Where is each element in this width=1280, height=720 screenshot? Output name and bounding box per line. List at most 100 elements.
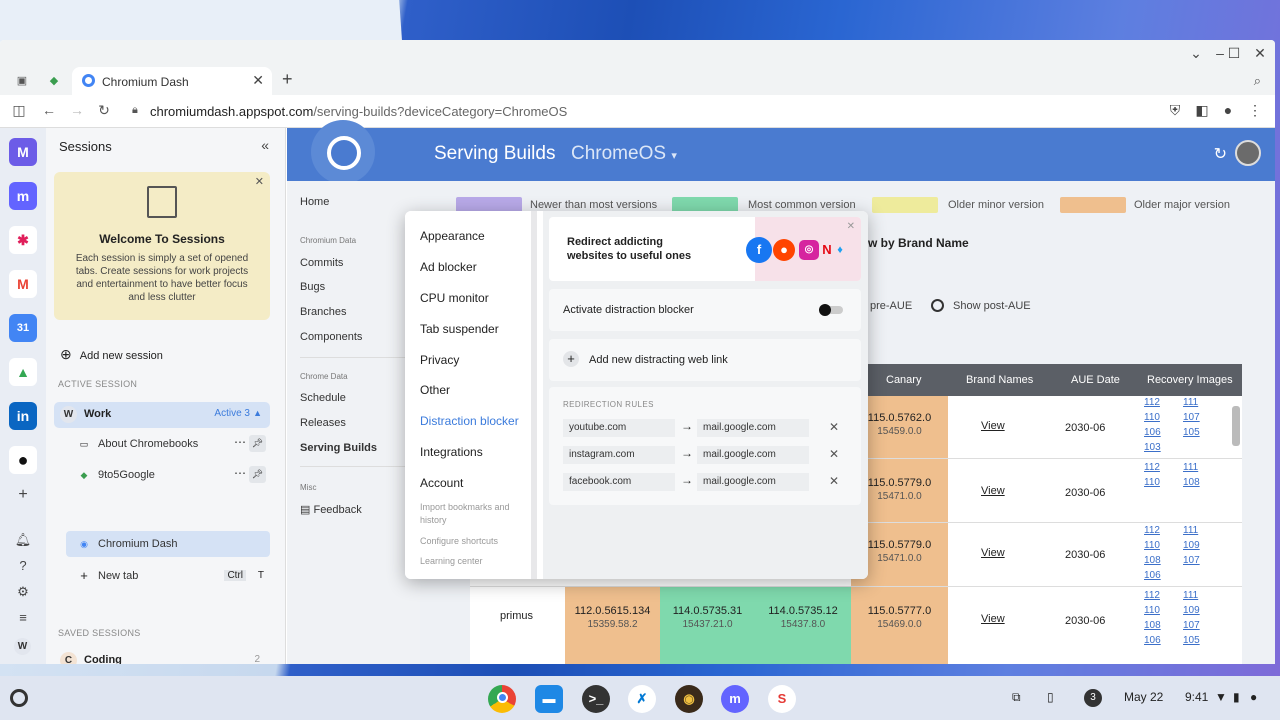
- rule-to-input[interactable]: mail.google.com: [697, 473, 809, 491]
- menu-import-bookmarks[interactable]: Import bookmarks and history: [420, 501, 520, 527]
- help-icon[interactable]: ?: [14, 558, 32, 573]
- recovery-link[interactable]: 108: [1144, 620, 1161, 631]
- github-icon[interactable]: ●: [9, 446, 37, 474]
- table-scrollbar[interactable]: [1232, 406, 1240, 446]
- nav-branches[interactable]: Branches: [300, 306, 346, 318]
- recovery-link[interactable]: 111: [1183, 525, 1198, 536]
- url-bar[interactable]: chromiumdash.appspot.com/serving-builds?…: [150, 104, 567, 119]
- sessions-icon[interactable]: ▣: [14, 73, 30, 89]
- view-link[interactable]: View: [981, 485, 1005, 497]
- recovery-link[interactable]: 110: [1144, 540, 1160, 551]
- pin-icon[interactable]: 📌︎: [249, 435, 266, 452]
- recovery-link[interactable]: 103: [1144, 442, 1161, 453]
- nav-home[interactable]: Home: [300, 196, 329, 208]
- session-coding[interactable]: C Coding 2: [54, 649, 270, 664]
- chrome-icon[interactable]: [488, 685, 516, 713]
- nav-releases[interactable]: Releases: [300, 417, 346, 429]
- sessions-app-icon[interactable]: S: [768, 685, 796, 713]
- menu-cpu-monitor[interactable]: CPU monitor: [420, 291, 489, 305]
- calendar-icon[interactable]: 31: [9, 314, 37, 342]
- recovery-link[interactable]: 107: [1183, 412, 1200, 423]
- gmail-icon[interactable]: M: [9, 270, 37, 298]
- tab-chromium-dash[interactable]: Chromium Dash ✕: [72, 67, 272, 95]
- recovery-link[interactable]: 106: [1144, 635, 1161, 646]
- launcher-icon[interactable]: [10, 689, 28, 707]
- forward-icon[interactable]: →: [68, 102, 86, 118]
- close-icon[interactable]: ✕: [847, 221, 855, 232]
- menu-account[interactable]: Account: [420, 476, 463, 490]
- recovery-link[interactable]: 110: [1144, 605, 1160, 616]
- user-avatar[interactable]: W: [14, 638, 31, 655]
- radio-label[interactable]: pre-AUE: [870, 300, 912, 312]
- delete-rule-icon[interactable]: ✕: [829, 474, 839, 488]
- time-label[interactable]: 9:41: [1185, 690, 1208, 704]
- shield-icon[interactable]: ⛨: [1166, 102, 1184, 119]
- app-icon[interactable]: ◉: [675, 685, 703, 713]
- menu-other[interactable]: Other: [420, 383, 450, 397]
- recovery-link[interactable]: 105: [1183, 427, 1200, 438]
- delete-rule-icon[interactable]: ✕: [829, 447, 839, 461]
- recovery-link[interactable]: 111: [1183, 462, 1198, 473]
- new-tab-button[interactable]: +: [282, 69, 293, 90]
- drive-icon[interactable]: ▲: [9, 358, 37, 386]
- menu-icon[interactable]: ⋮: [1246, 102, 1264, 119]
- menu-tab-suspender[interactable]: Tab suspender: [420, 322, 499, 336]
- menu-integrations[interactable]: Integrations: [420, 445, 483, 459]
- menu-privacy[interactable]: Privacy: [420, 353, 459, 367]
- close-icon[interactable]: ✕: [255, 175, 264, 188]
- session-tab[interactable]: ▭ About Chromebooks ⋯ 📌︎: [66, 431, 270, 457]
- recovery-link[interactable]: 109: [1183, 605, 1200, 616]
- terminal-icon[interactable]: >_: [582, 685, 610, 713]
- close-tab-icon[interactable]: ✕: [252, 72, 264, 89]
- radio-post-aue[interactable]: [931, 299, 944, 312]
- new-tab-item[interactable]: + New tab Ctrl T: [66, 563, 270, 589]
- recovery-link[interactable]: 111: [1183, 397, 1198, 408]
- bell-icon[interactable]: 🔔︎: [14, 532, 32, 548]
- recovery-link[interactable]: 106: [1144, 427, 1161, 438]
- recovery-link[interactable]: 106: [1144, 570, 1161, 581]
- recovery-link[interactable]: 105: [1183, 635, 1200, 646]
- back-icon[interactable]: ←: [40, 102, 58, 118]
- nav-commits[interactable]: Commits: [300, 257, 343, 269]
- list-icon[interactable]: ≡: [14, 610, 32, 625]
- add-app-icon[interactable]: +: [14, 486, 32, 504]
- delete-rule-icon[interactable]: ✕: [829, 420, 839, 434]
- rule-from-input[interactable]: facebook.com: [563, 473, 675, 491]
- avatar[interactable]: [1235, 140, 1261, 166]
- nav-schedule[interactable]: Schedule: [300, 392, 346, 404]
- recovery-link[interactable]: 108: [1144, 555, 1161, 566]
- add-session-button[interactable]: ⊕ Add new session: [60, 346, 163, 363]
- more-icon[interactable]: ⋯: [234, 435, 246, 449]
- menu-configure-shortcuts[interactable]: Configure shortcuts: [420, 535, 498, 548]
- slack-icon[interactable]: ✱: [9, 226, 37, 254]
- view-link[interactable]: View: [981, 613, 1005, 625]
- recovery-link[interactable]: 112: [1144, 525, 1160, 536]
- gear-icon[interactable]: ⚙: [14, 584, 32, 600]
- phone-icon[interactable]: ▯: [1047, 690, 1054, 704]
- nav-feedback[interactable]: ▤ Feedback: [300, 503, 362, 516]
- session-tab[interactable]: ◆ 9to5Google ⋯ 📌︎: [66, 462, 270, 488]
- nav-serving-builds[interactable]: Serving Builds: [300, 442, 377, 454]
- date-label[interactable]: May 22: [1124, 690, 1163, 704]
- tote-icon[interactable]: ⧉: [1012, 690, 1021, 705]
- session-tab-active[interactable]: ◉ Chromium Dash: [66, 531, 270, 557]
- menu-learning-center[interactable]: Learning center: [420, 555, 483, 568]
- menu-appearance[interactable]: Appearance: [420, 229, 485, 243]
- linkedin-icon[interactable]: in: [9, 402, 37, 430]
- notification-badge[interactable]: 3: [1084, 689, 1102, 707]
- rule-to-input[interactable]: mail.google.com: [697, 419, 809, 437]
- recovery-link[interactable]: 107: [1183, 620, 1200, 631]
- files-icon[interactable]: ▬: [535, 685, 563, 713]
- session-work[interactable]: W Work Active 3 ▲: [54, 402, 270, 428]
- nav-bugs[interactable]: Bugs: [300, 281, 325, 293]
- wifi-icon[interactable]: ▼: [1215, 690, 1227, 704]
- refresh-icon[interactable]: ↻: [1214, 144, 1227, 164]
- chevron-up-icon[interactable]: ▲: [253, 408, 262, 418]
- vscode-icon[interactable]: ✗: [628, 685, 656, 713]
- chevron-down-icon[interactable]: ⌄: [1186, 45, 1206, 62]
- recovery-link[interactable]: 110: [1144, 412, 1160, 423]
- rule-from-input[interactable]: instagram.com: [563, 446, 675, 464]
- recovery-link[interactable]: 111: [1183, 590, 1198, 601]
- recovery-link[interactable]: 110: [1144, 477, 1160, 488]
- add-link-button[interactable]: + Add new distracting web link: [549, 339, 861, 381]
